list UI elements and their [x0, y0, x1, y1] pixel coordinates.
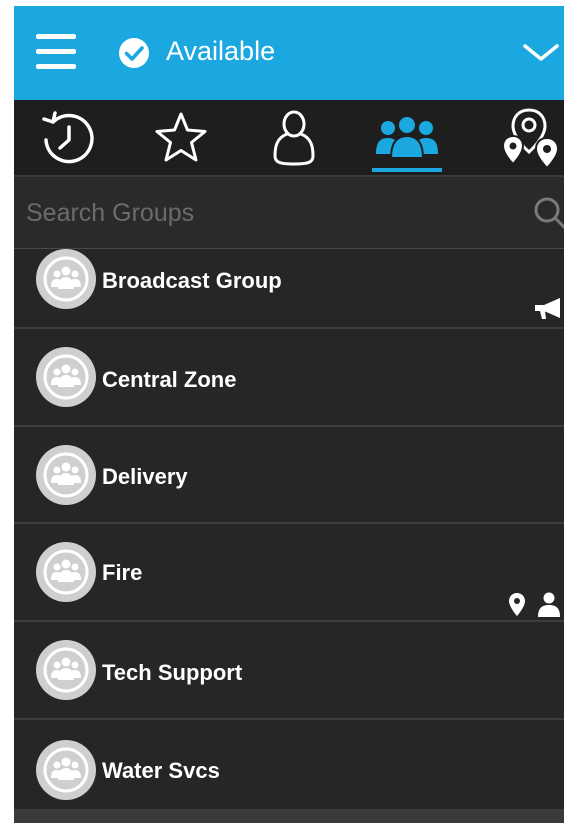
group-icon: [376, 114, 438, 159]
group-name: Delivery: [102, 464, 188, 489]
person-icon: [273, 110, 315, 166]
group-name: Fire: [102, 560, 143, 585]
megaphone-icon: [532, 297, 564, 328]
list-item-central-zone[interactable]: Central Zone: [14, 329, 564, 427]
history-icon: [42, 110, 94, 163]
group-name: Water Svcs: [102, 758, 220, 783]
tab-contacts[interactable]: [254, 100, 334, 175]
group-name: Central Zone: [102, 367, 237, 392]
list-item-fire[interactable]: Fire: [14, 524, 564, 622]
tab-history[interactable]: [28, 100, 108, 175]
group-avatar-icon: [36, 249, 96, 309]
status-header: Available: [14, 6, 564, 100]
group-avatar-icon: [36, 445, 96, 505]
group-name: Broadcast Group: [102, 268, 282, 293]
bottom-bar: [14, 809, 564, 823]
tab-groups[interactable]: [367, 100, 447, 175]
group-avatar-icon: [36, 542, 96, 602]
app-window: Available Search Groups Broadcast Group …: [14, 6, 564, 823]
group-avatar-icon: [36, 347, 96, 407]
tab-favorites[interactable]: [141, 100, 221, 175]
check-circle-icon: [118, 37, 150, 69]
star-icon: [155, 112, 207, 161]
list-item-broadcast-group[interactable]: Broadcast Group: [14, 249, 564, 329]
active-tab-indicator: [372, 168, 442, 172]
search-bar: [14, 175, 564, 249]
list-item-delivery[interactable]: Delivery: [14, 427, 564, 524]
chevron-down-icon[interactable]: [522, 42, 560, 64]
group-avatar-icon: [36, 740, 96, 800]
group-name: Tech Support: [102, 660, 243, 685]
search-icon[interactable]: [532, 195, 564, 231]
tab-bar: [14, 100, 564, 175]
search-input[interactable]: [24, 193, 508, 233]
list-item-tech-support[interactable]: Tech Support: [14, 622, 564, 720]
person-icon: [537, 592, 561, 623]
map-pins-icon: [501, 107, 560, 169]
group-avatar-icon: [36, 640, 96, 700]
location-pin-icon: [508, 592, 526, 623]
presence-status-label[interactable]: Available: [166, 34, 275, 68]
list-item-water-svcs[interactable]: Water Svcs: [14, 720, 564, 809]
hamburger-menu-icon[interactable]: [36, 34, 76, 72]
tab-map[interactable]: [492, 100, 564, 175]
